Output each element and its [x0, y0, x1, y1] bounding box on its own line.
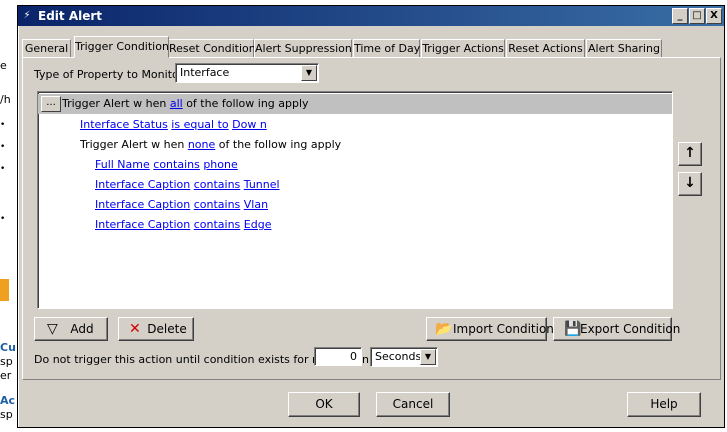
- rule-value[interactable]: Dow n: [232, 118, 267, 131]
- condition-rule: Interface Caption contains Edge: [95, 215, 672, 235]
- arrow-down-icon: ↓: [684, 175, 696, 191]
- property-type-value: Interface: [180, 66, 230, 79]
- property-label: Type of Property to Monitor:: [34, 68, 187, 81]
- rule-field[interactable]: Interface Caption: [95, 178, 190, 191]
- rule-field[interactable]: Interface Caption: [95, 218, 190, 231]
- condition-group-row: Trigger Alert w hen none of the follow i…: [80, 135, 672, 155]
- bg-text: sp: [0, 408, 13, 421]
- edit-alert-dialog: ⚡ Edit Alert _ □ X General Trigger Condi…: [17, 5, 725, 428]
- rule-operator[interactable]: contains: [194, 198, 241, 211]
- condition-rule: Interface Caption contains Tunnel: [95, 175, 672, 195]
- rule-value[interactable]: Tunnel: [244, 178, 280, 191]
- move-up-button[interactable]: ↑: [678, 142, 702, 166]
- bg-bullet: •: [0, 120, 6, 130]
- chevron-down-icon[interactable]: ▼: [301, 65, 317, 81]
- condition-tree[interactable]: ... Trigger Alert w hen all of the follo…: [37, 91, 673, 309]
- move-down-button[interactable]: ↓: [678, 172, 702, 196]
- rule-field[interactable]: Full Name: [95, 158, 150, 171]
- condition-root-suffix: of the follow ing apply: [186, 97, 309, 110]
- import-condition-button[interactable]: 📂 Import Condition: [426, 317, 554, 341]
- rule-field[interactable]: Interface Status: [80, 118, 168, 131]
- bg-text: /h: [0, 93, 11, 106]
- window-title: Edit Alert: [38, 9, 103, 23]
- chevron-down-icon[interactable]: ▼: [420, 349, 436, 365]
- rule-operator[interactable]: is equal to: [171, 118, 228, 131]
- tab-time-of-day[interactable]: Time of Day: [353, 39, 420, 58]
- bg-orange-block: [0, 279, 9, 301]
- tab-trigger-condition[interactable]: Trigger Condition: [74, 36, 169, 58]
- condition-menu-button[interactable]: ...: [41, 96, 61, 112]
- tab-reset-actions[interactable]: Reset Actions: [506, 39, 585, 58]
- rule-operator[interactable]: contains: [194, 178, 241, 191]
- condition-rule: Full Name contains phone: [95, 155, 672, 175]
- delay-unit-select[interactable]: Seconds ▼: [370, 347, 438, 367]
- delay-value-input[interactable]: 0: [314, 347, 362, 366]
- open-folder-icon: 📂: [435, 321, 453, 337]
- condition-rule: Interface Status is equal to Dow n: [80, 115, 672, 135]
- bg-bullet: •: [0, 142, 6, 152]
- cancel-button[interactable]: Cancel: [376, 392, 450, 417]
- add-filter-icon: ▽: [47, 321, 58, 337]
- save-disk-icon: 💾: [564, 321, 582, 337]
- export-condition-button[interactable]: 💾 Export Condition: [553, 317, 680, 341]
- minimize-button[interactable]: _: [672, 8, 688, 24]
- help-button[interactable]: Help: [627, 392, 701, 417]
- condition-group-quantifier[interactable]: none: [188, 138, 215, 151]
- tab-alert-suppression[interactable]: Alert Suppression: [254, 39, 352, 58]
- title-bar[interactable]: ⚡ Edit Alert _ □ X: [18, 6, 724, 26]
- rule-operator[interactable]: contains: [194, 218, 241, 231]
- condition-root-row[interactable]: ... Trigger Alert w hen all of the follo…: [38, 94, 672, 114]
- tab-general[interactable]: General: [22, 39, 71, 58]
- close-button[interactable]: X: [706, 8, 722, 24]
- condition-root-prefix: Trigger Alert w hen: [62, 97, 167, 110]
- add-condition-button[interactable]: ▽ Add: [34, 317, 108, 341]
- condition-root-quantifier[interactable]: all: [170, 97, 183, 110]
- bg-link: Cu: [0, 341, 16, 354]
- delete-condition-button[interactable]: ✕ Delete: [118, 317, 194, 341]
- arrow-up-icon: ↑: [684, 145, 696, 161]
- bg-bullet: •: [0, 164, 6, 174]
- tab-reset-condition[interactable]: Reset Condition: [168, 39, 256, 58]
- maximize-button[interactable]: □: [689, 8, 705, 24]
- bg-text: er: [0, 369, 12, 382]
- condition-group-suffix: of the follow ing apply: [218, 138, 342, 151]
- property-type-select[interactable]: Interface ▼: [175, 63, 319, 83]
- background-app: e /h • • • • Cu sp er Ac sp: [0, 0, 18, 432]
- rule-operator[interactable]: contains: [153, 158, 200, 171]
- bg-text: e: [0, 59, 7, 72]
- tab-trigger-actions[interactable]: Trigger Actions: [421, 39, 505, 58]
- condition-group-prefix: Trigger Alert w hen: [80, 138, 185, 151]
- trigger-condition-panel: Type of Property to Monitor: Interface ▼…: [22, 57, 721, 380]
- bg-link: Ac: [0, 394, 16, 407]
- bg-text: sp: [0, 355, 13, 368]
- rule-field[interactable]: Interface Caption: [95, 198, 190, 211]
- bg-bullet: •: [0, 214, 6, 224]
- rule-value[interactable]: Edge: [244, 218, 272, 231]
- delay-unit-value: Seconds: [375, 350, 422, 363]
- tab-alert-sharing[interactable]: Alert Sharing: [586, 39, 662, 58]
- ok-button[interactable]: OK: [288, 392, 360, 417]
- lightning-icon: ⚡: [23, 10, 31, 21]
- condition-rule: Interface Caption contains Vlan: [95, 195, 672, 215]
- rule-value[interactable]: Vlan: [244, 198, 268, 211]
- rule-value[interactable]: phone: [203, 158, 237, 171]
- delete-x-icon: ✕: [129, 321, 141, 337]
